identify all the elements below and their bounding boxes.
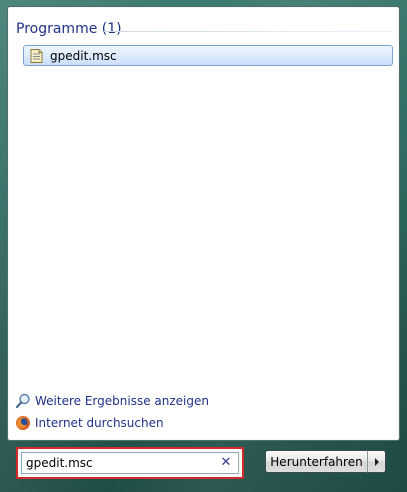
close-icon[interactable]: ✕ xyxy=(220,455,232,471)
search-highlight-box: ✕ xyxy=(16,447,244,479)
search-icon xyxy=(15,393,30,409)
internet-search-label: Internet durchsuchen xyxy=(35,416,164,430)
start-menu-results-panel: Programme (1) gpedit.msc Weitere Ergebni… xyxy=(7,6,400,441)
search-box: ✕ xyxy=(21,452,239,474)
chevron-right-icon xyxy=(374,457,379,466)
shutdown-button[interactable]: Herunterfahren xyxy=(265,450,368,473)
more-results-link[interactable]: Weitere Ergebnisse anzeigen xyxy=(15,392,209,410)
section-title-programs: Programme (1) xyxy=(16,21,122,37)
result-item-gpedit[interactable]: gpedit.msc xyxy=(23,45,393,66)
msc-document-icon xyxy=(30,49,43,63)
internet-search-link[interactable]: Internet durchsuchen xyxy=(15,414,164,432)
firefox-icon xyxy=(16,416,30,430)
section-divider xyxy=(104,31,391,32)
more-results-label: Weitere Ergebnisse anzeigen xyxy=(35,394,209,408)
search-input[interactable] xyxy=(26,455,214,471)
result-item-label: gpedit.msc xyxy=(50,49,117,63)
shutdown-options-button[interactable] xyxy=(367,450,386,473)
search-bar-area: ✕ Herunterfahren xyxy=(7,444,398,484)
